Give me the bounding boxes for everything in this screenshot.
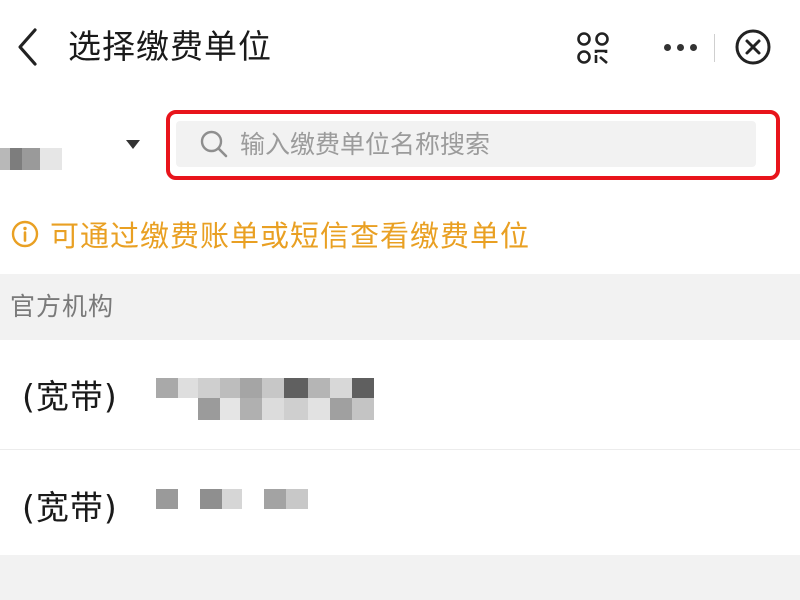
search-box[interactable] xyxy=(176,121,756,167)
search-input[interactable] xyxy=(240,129,720,159)
org-list-item[interactable]: (宽带) xyxy=(0,340,800,450)
close-circle-icon xyxy=(735,29,771,65)
region-name-pixelated-4 xyxy=(40,148,62,170)
mini-program-capsule xyxy=(640,20,790,74)
section-header: 官方机构 xyxy=(0,274,800,340)
capsule-divider xyxy=(714,34,715,62)
region-name-pixelated-2 xyxy=(10,148,22,170)
scan-icon xyxy=(577,32,609,64)
search-row xyxy=(0,104,800,184)
tip-text: 可通过缴费账单或短信查看缴费单位 xyxy=(50,219,531,253)
section-label: 官方机构 xyxy=(10,292,115,321)
org-list-item[interactable]: (宽带) xyxy=(0,451,800,555)
org-name-pixelated xyxy=(0,451,800,561)
info-circle-icon xyxy=(10,219,40,249)
region-selector[interactable] xyxy=(0,118,150,170)
back-button[interactable] xyxy=(6,22,50,72)
caret-down-icon xyxy=(126,140,140,149)
tip-banner: 可通过缴费账单或短信查看缴费单位 xyxy=(0,206,800,262)
more-dots-icon xyxy=(661,43,700,51)
nav-bar: 选择缴费单位 xyxy=(0,0,800,96)
search-icon xyxy=(198,128,230,160)
region-name-pixelated-3 xyxy=(22,148,40,170)
chevron-left-icon xyxy=(18,28,37,66)
close-button[interactable] xyxy=(732,26,774,68)
page-title: 选择缴费单位 xyxy=(68,27,272,66)
org-name-pixelated xyxy=(0,340,800,450)
region-name-pixelated xyxy=(0,148,10,170)
more-button[interactable] xyxy=(650,20,710,74)
scan-button[interactable] xyxy=(570,25,616,71)
list-bottom-spacer xyxy=(0,555,800,600)
